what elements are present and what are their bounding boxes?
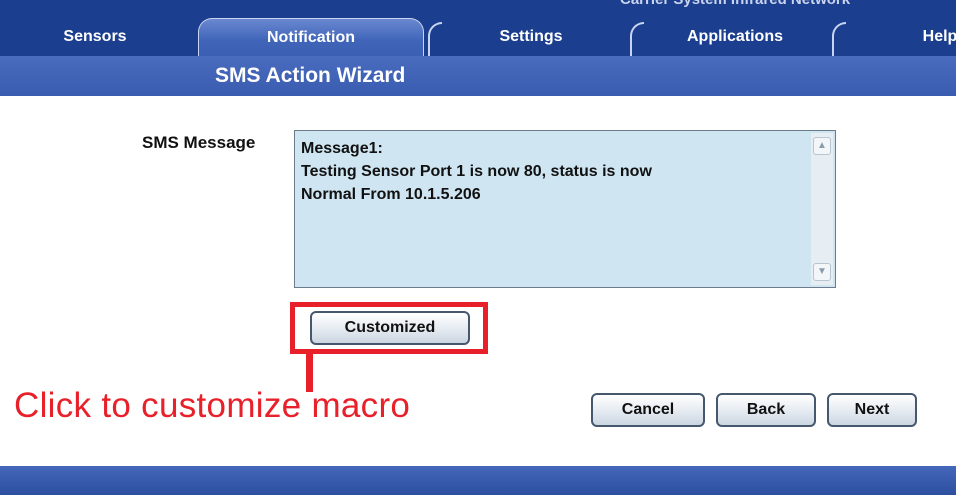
tab-notification[interactable]: Notification: [198, 18, 424, 56]
sms-line: Normal From 10.1.5.206: [301, 186, 481, 203]
back-button[interactable]: Back: [716, 393, 816, 427]
wizard-title-bar: SMS Action Wizard: [0, 56, 956, 96]
tab-applications[interactable]: Applications: [640, 18, 830, 56]
annotation-text: Click to customize macro: [14, 386, 411, 425]
next-button[interactable]: Next: [827, 393, 917, 427]
sms-message-textarea[interactable]: Message1: Testing Sensor Port 1 is now 8…: [294, 130, 836, 288]
scroll-up-arrow-icon[interactable]: ▲: [813, 137, 831, 155]
sms-message-label: SMS Message: [142, 133, 256, 152]
top-tab-bar: Carrier System Infrared Network Sensors …: [0, 0, 956, 56]
footer-bar: [0, 466, 956, 495]
header-partial-text: Carrier System Infrared Network: [620, 0, 850, 10]
tab-help[interactable]: Help: [900, 18, 956, 56]
customized-button[interactable]: Customized: [310, 311, 470, 345]
scroll-down-arrow-icon[interactable]: ▼: [813, 263, 831, 281]
page-title: SMS Action Wizard: [215, 64, 406, 87]
sms-line: Message1:: [301, 140, 383, 157]
tab-settings[interactable]: Settings: [436, 18, 626, 56]
vertical-scrollbar[interactable]: ▲ ▼: [811, 133, 833, 285]
sms-line: Testing Sensor Port 1 is now 80, status …: [301, 163, 652, 180]
sms-message-content: Message1: Testing Sensor Port 1 is now 8…: [301, 137, 801, 206]
cancel-button[interactable]: Cancel: [591, 393, 705, 427]
tab-divider: [832, 22, 846, 56]
tab-sensors[interactable]: Sensors: [0, 18, 190, 56]
